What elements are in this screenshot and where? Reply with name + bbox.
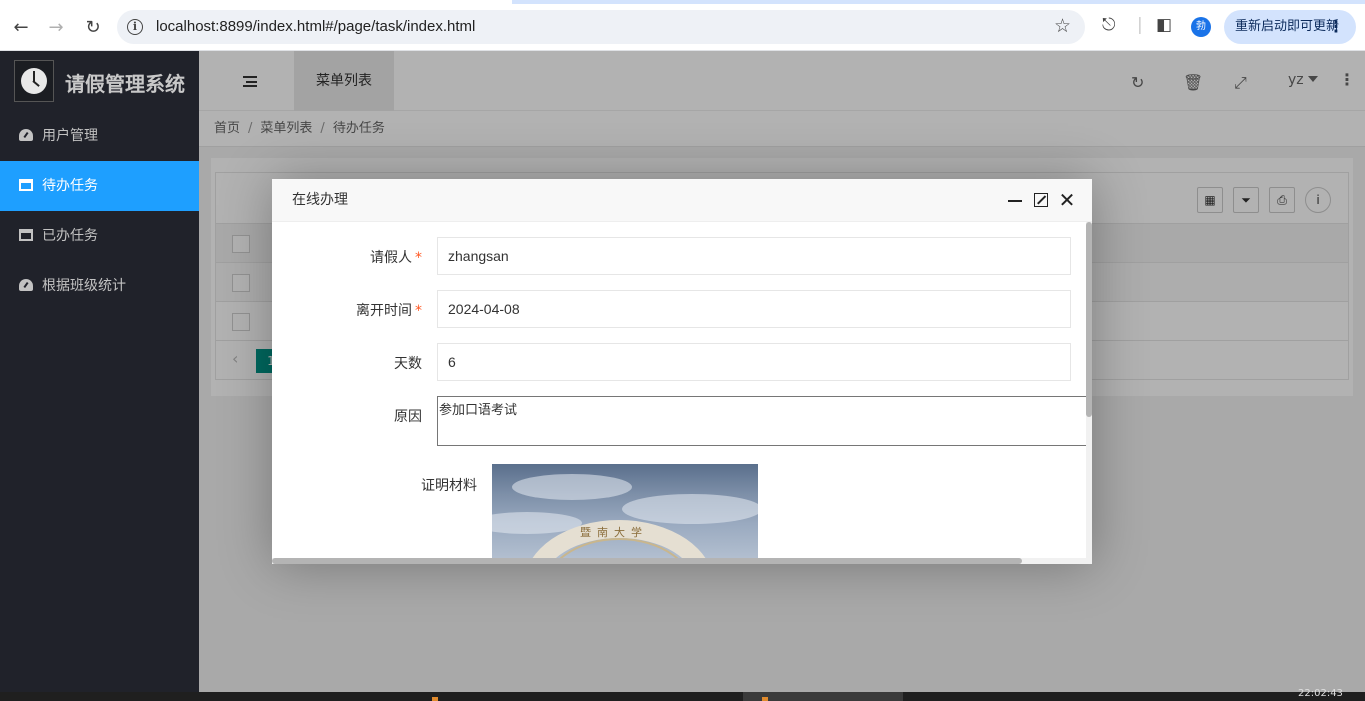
taskbar-app-icon[interactable] (432, 697, 438, 701)
leave-time-field[interactable]: 2024-04-08 (437, 290, 1071, 328)
sidebar-item-done-tasks[interactable]: 已办任务 (0, 211, 199, 261)
dialog-title: 在线办理 (272, 179, 1092, 222)
extensions-icon[interactable]: ⎋ (1102, 15, 1115, 35)
sidebar-item-label: 待办任务 (42, 178, 98, 194)
app-title: 请假管理系统 (65, 72, 185, 96)
url-text[interactable]: localhost:8899/index.html#/page/task/ind… (156, 18, 475, 35)
browser-toolbar: ← → ↻ i localhost:8899/index.html#/page/… (0, 0, 1365, 51)
window-icon (19, 229, 33, 241)
gauge-icon (19, 279, 33, 291)
gauge-icon (19, 129, 33, 141)
tab-strip (0, 0, 1365, 4)
forward-icon[interactable]: → (43, 14, 69, 40)
required-mark: * (415, 250, 422, 266)
app-logo: 请假管理系统 (0, 51, 199, 111)
update-button[interactable]: 重新启动即可更新 ⋮ (1224, 10, 1356, 44)
taskbar-app-icon[interactable] (762, 697, 768, 701)
proof-image: 暨南大学 (492, 464, 758, 558)
logo-clock-icon (14, 60, 54, 102)
maximize-icon[interactable] (1032, 191, 1050, 209)
proof-label: 证明材料 (421, 478, 477, 494)
more-vert-icon[interactable]: ⋮ (1328, 10, 1344, 44)
reload-icon[interactable]: ↻ (80, 14, 106, 40)
minimize-icon[interactable] (1006, 191, 1024, 209)
dialog-horizontal-scrollbar[interactable] (272, 558, 1086, 564)
bookmark-star-icon[interactable]: ☆ (1054, 15, 1071, 37)
profile-avatar[interactable]: 勃 (1191, 17, 1211, 37)
update-button-label: 重新启动即可更新 (1235, 19, 1340, 34)
taskbar-clock: 22:02:43 (1298, 688, 1343, 699)
days-label: 天数 (394, 356, 422, 372)
os-taskbar: 22:02:43 (0, 688, 1365, 701)
close-icon[interactable]: ✕ (1058, 190, 1076, 210)
sidebar-item-label: 已办任务 (42, 228, 98, 244)
dialog-body: 请假人 * zhangsan 离开时间 * 2024-04-08 天数 6 原因 参… (272, 222, 1086, 558)
leave-time-label: 离开时间 * (356, 303, 422, 319)
sidebar-item-pending-tasks[interactable]: 待办任务 (0, 161, 199, 211)
toolbar-divider: | (1137, 15, 1143, 35)
applicant-label: 请假人 * (370, 250, 422, 266)
sidebar: 请假管理系统 用户管理 待办任务 已办任务 根据班级统计 (0, 51, 199, 692)
window-icon (19, 179, 33, 191)
dialog-vertical-scrollbar[interactable] (1086, 222, 1092, 564)
applicant-field[interactable]: zhangsan (437, 237, 1071, 275)
sidebar-item-label: 根据班级统计 (42, 278, 126, 294)
sidebar-item-user-management[interactable]: 用户管理 (0, 111, 199, 161)
side-panel-icon[interactable]: ◧ (1156, 15, 1172, 35)
online-handle-dialog: 在线办理 ✕ 请假人 * zhangsan 离开时间 * 2024-04-08 天数… (272, 179, 1092, 564)
back-icon[interactable]: ← (8, 14, 34, 40)
reason-label: 原因 (394, 409, 422, 425)
sidebar-item-class-stats[interactable]: 根据班级统计 (0, 261, 199, 311)
days-field[interactable]: 6 (437, 343, 1071, 381)
required-mark: * (415, 303, 422, 319)
proof-image-caption: 暨南大学 (580, 526, 648, 539)
address-bar[interactable]: i localhost:8899/index.html#/page/task/i… (117, 10, 1085, 44)
reason-textarea[interactable]: 参加口语考试 (437, 396, 1086, 446)
active-tab[interactable] (0, 0, 512, 4)
site-info-icon[interactable]: i (127, 19, 143, 35)
sidebar-item-label: 用户管理 (42, 128, 98, 144)
